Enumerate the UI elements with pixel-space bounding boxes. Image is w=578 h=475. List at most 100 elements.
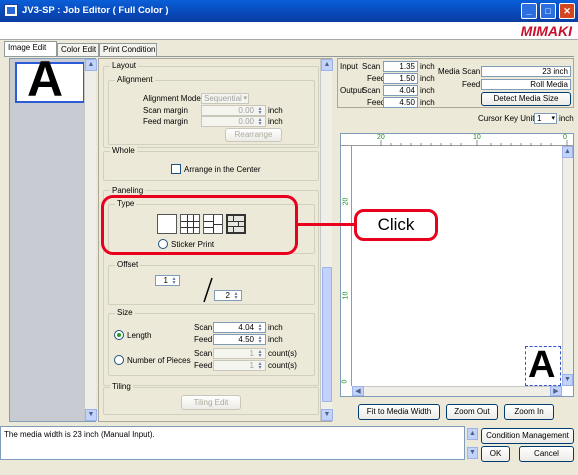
window-title: JV3-SP : Job Editor ( Full Color ): [22, 5, 169, 16]
feed-margin-unit: inch: [268, 117, 283, 126]
status-message-box: The media width is 23 inch (Manual Input…: [0, 426, 465, 460]
size-title: Size: [115, 308, 135, 317]
brand-logo: MIMAKI: [520, 23, 572, 39]
preview-image-frame[interactable]: A: [525, 344, 561, 386]
scan-margin-value: 0.00: [238, 106, 254, 115]
thumbnail-list: [10, 59, 84, 421]
ruler-label: 10: [342, 291, 350, 300]
scroll-left-icon[interactable]: ◀: [352, 386, 364, 396]
spinner-icon[interactable]: ▴ ▾: [256, 117, 264, 127]
length-scan-unit: inch: [268, 323, 283, 332]
number-of-pieces-label: Number of Pieces: [127, 356, 191, 365]
alignment-mode-label: Alignment Mode: [143, 94, 201, 103]
spinner-icon[interactable]: ▴ ▾: [256, 106, 264, 116]
scroll-right-icon[interactable]: ▶: [550, 386, 562, 396]
length-feed-unit: inch: [268, 335, 283, 344]
pieces-feed-label: Feed: [194, 361, 213, 370]
tiling-edit-button[interactable]: Tiling Edit: [181, 395, 241, 410]
pieces-scan-unit: count(s): [268, 349, 297, 358]
thumbnail-item[interactable]: A: [15, 54, 85, 104]
offset-title: Offset: [115, 260, 141, 269]
zoom-out-button[interactable]: Zoom Out: [446, 404, 498, 420]
thumbnail-scrollbar[interactable]: ▲ ▼: [84, 59, 97, 421]
scroll-up-icon[interactable]: ▲: [321, 59, 333, 71]
spinner-icon[interactable]: ▴ ▾: [256, 335, 264, 345]
layout-scrollbar[interactable]: ▲ ▼: [320, 59, 333, 421]
scroll-down-icon[interactable]: ▼: [467, 447, 478, 459]
input-feed-unit: inch: [420, 74, 435, 83]
spinner-icon[interactable]: ▴ ▾: [256, 323, 264, 333]
output-label: Output: [340, 86, 365, 95]
media-feed-label: Feed: [462, 80, 481, 89]
alignment-mode-value: Sequential: [204, 94, 242, 103]
scroll-up-icon[interactable]: ▲: [85, 59, 97, 71]
chevron-down-icon: ▾: [551, 115, 555, 122]
scroll-up-icon[interactable]: ▲: [467, 428, 478, 440]
cursor-key-unit-select[interactable]: 1 ▾: [534, 113, 557, 124]
input-scan-label: Scan: [362, 62, 381, 71]
output-scan-label: Scan: [362, 86, 381, 95]
length-feed-value: 4.50: [238, 335, 254, 344]
offset-input-1[interactable]: 1 ▴ ▾: [155, 275, 180, 286]
input-scan-value: 1.35: [383, 61, 418, 72]
top-ruler: 20 10 0: [341, 134, 573, 146]
spinner-icon[interactable]: ▴ ▾: [170, 276, 178, 286]
cancel-button[interactable]: Cancel: [519, 446, 574, 462]
spinner-icon[interactable]: ▴ ▾: [232, 291, 240, 301]
tab-color-edit[interactable]: Color Edit: [57, 43, 99, 56]
length-scan-label: Scan: [194, 323, 213, 332]
pieces-scan-input[interactable]: 1 ▴ ▾: [213, 348, 266, 359]
scroll-thumb[interactable]: [322, 267, 332, 402]
input-scan-unit: inch: [420, 62, 435, 71]
maximize-button[interactable]: □: [540, 3, 556, 19]
input-label: Input: [340, 62, 358, 71]
fit-to-media-width-button[interactable]: Fit to Media Width: [358, 404, 440, 420]
zoom-in-button[interactable]: Zoom In: [504, 404, 554, 420]
alignment-mode-select[interactable]: Sequential ▾: [201, 93, 249, 104]
length-label: Length: [127, 331, 152, 340]
rearrange-button[interactable]: Rearrange: [225, 128, 282, 142]
pieces-feed-input[interactable]: 1 ▴ ▾: [213, 360, 266, 371]
title-bar: JV3-SP : Job Editor ( Full Color ) _ □ ✕: [0, 0, 578, 22]
preview-hscrollbar[interactable]: ◀ ▶: [352, 386, 562, 396]
condition-management-button[interactable]: Condition Management: [481, 428, 574, 444]
chevron-down-icon: ▾: [243, 95, 247, 102]
left-ruler: 20 10 0: [341, 146, 352, 386]
media-scan-label: Media Scan: [438, 67, 481, 76]
preview-glyph: A: [528, 344, 556, 386]
cursor-key-unit-unit: inch: [559, 114, 574, 123]
arrange-center-checkbox[interactable]: [171, 164, 181, 174]
close-button[interactable]: ✕: [559, 3, 575, 19]
detect-media-size-button[interactable]: Detect Media Size: [481, 92, 571, 106]
paneling-title: Paneling: [110, 186, 146, 195]
tab-print-condition[interactable]: Print Condition: [99, 43, 157, 56]
spinner-icon[interactable]: ▴ ▾: [256, 361, 264, 371]
status-message: The media width is 23 inch (Manual Input…: [4, 430, 155, 439]
scroll-down-icon[interactable]: ▼: [562, 374, 573, 386]
scroll-down-icon[interactable]: ▼: [321, 409, 333, 421]
number-of-pieces-radio[interactable]: [114, 355, 124, 365]
callout-highlight: [101, 195, 298, 255]
pieces-feed-value: 1: [249, 361, 254, 370]
scan-margin-input[interactable]: 0.00 ▴ ▾: [201, 105, 266, 116]
length-scan-input[interactable]: 4.04 ▴ ▾: [213, 322, 266, 333]
spinner-icon[interactable]: ▴ ▾: [256, 349, 264, 359]
offset-input-2[interactable]: 2 ▴ ▾: [214, 290, 242, 301]
input-feed-value: 1.50: [383, 73, 418, 84]
length-feed-input[interactable]: 4.50 ▴ ▾: [213, 334, 266, 345]
scroll-down-icon[interactable]: ▼: [85, 409, 97, 421]
preview-vscrollbar[interactable]: ▲ ▼: [562, 146, 573, 386]
length-scan-value: 4.04: [238, 323, 254, 332]
minimize-button[interactable]: _: [521, 3, 537, 19]
app-icon: [4, 4, 18, 17]
feed-margin-input[interactable]: 0.00 ▴ ▾: [201, 116, 266, 127]
ok-button[interactable]: OK: [481, 446, 510, 462]
length-radio[interactable]: [114, 330, 124, 340]
scroll-up-icon[interactable]: ▲: [562, 146, 573, 158]
cursor-key-unit-label: Cursor Key Unit: [478, 114, 535, 123]
callout-connector: [298, 223, 354, 226]
offset-slash: [203, 277, 213, 303]
scan-margin-unit: inch: [268, 106, 283, 115]
logo-bar: MIMAKI: [0, 22, 578, 40]
arrange-center-label: Arrange in the Center: [184, 165, 261, 174]
